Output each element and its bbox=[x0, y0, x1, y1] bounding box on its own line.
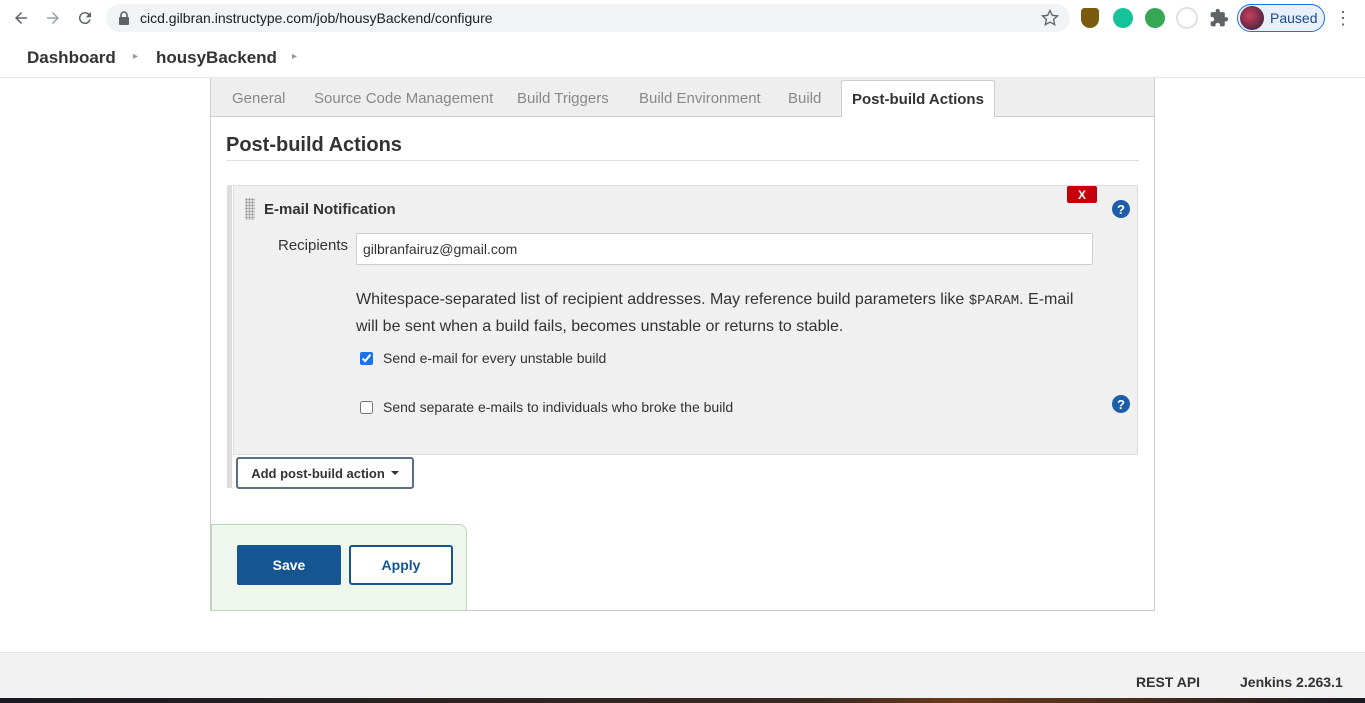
puzzle-extension-icon[interactable] bbox=[1209, 8, 1229, 28]
forward-icon[interactable] bbox=[41, 6, 65, 30]
add-post-build-action-button[interactable]: Add post-build action bbox=[236, 457, 414, 489]
section-rail bbox=[227, 185, 232, 488]
breadcrumb-job[interactable]: housyBackend bbox=[156, 48, 277, 68]
breadcrumb-separator-icon[interactable]: ▸ bbox=[292, 51, 297, 62]
separate-emails-option[interactable]: Send separate e-mails to individuals who… bbox=[360, 399, 733, 415]
profile-label: Paused bbox=[1270, 10, 1318, 26]
reload-icon[interactable] bbox=[73, 6, 97, 30]
shield-extension-icon[interactable] bbox=[1081, 8, 1099, 28]
tab-build-triggers[interactable]: Build Triggers bbox=[517, 90, 609, 107]
tab-build[interactable]: Build bbox=[788, 90, 821, 107]
description-text: Whitespace-separated list of recipient a… bbox=[356, 291, 969, 308]
rest-api-link[interactable]: REST API bbox=[1136, 674, 1200, 690]
tab-build-environment[interactable]: Build Environment bbox=[639, 90, 761, 107]
description-param: $PARAM bbox=[968, 293, 1020, 309]
unstable-build-option[interactable]: Send e-mail for every unstable build bbox=[360, 350, 606, 366]
owl-extension-icon[interactable] bbox=[1145, 8, 1165, 28]
avatar bbox=[1240, 6, 1264, 30]
section-title: Post-build Actions bbox=[226, 134, 402, 156]
separate-emails-checkbox[interactable] bbox=[360, 400, 373, 414]
breadcrumb-dashboard[interactable]: Dashboard bbox=[27, 48, 116, 68]
config-tabs: General Source Code Management Build Tri… bbox=[211, 78, 1154, 117]
apply-button[interactable]: Apply bbox=[349, 545, 453, 585]
address-bar[interactable]: cicd.gilbran.instructype.com/job/housyBa… bbox=[106, 4, 1070, 32]
jenkins-version-link[interactable]: Jenkins 2.263.1 bbox=[1240, 674, 1343, 690]
recipients-label: Recipients bbox=[278, 237, 349, 254]
recipients-description: Whitespace-separated list of recipient a… bbox=[356, 287, 1096, 339]
section-divider bbox=[226, 160, 1139, 161]
save-button[interactable]: Save bbox=[237, 545, 341, 585]
grammarly-extension-icon[interactable] bbox=[1113, 8, 1133, 28]
desktop-background-strip bbox=[0, 698, 1365, 703]
bike-extension-icon[interactable] bbox=[1176, 7, 1198, 29]
breadcrumb: Dashboard ▸ housyBackend ▸ bbox=[0, 36, 1365, 78]
profile-button[interactable]: Paused bbox=[1237, 4, 1325, 32]
separate-emails-label[interactable]: Send separate e-mails to individuals who… bbox=[383, 399, 733, 415]
email-notification-title: E-mail Notification bbox=[264, 201, 396, 218]
lock-icon[interactable] bbox=[118, 11, 130, 25]
help-icon[interactable]: ? bbox=[1112, 395, 1130, 413]
url-text[interactable]: cicd.gilbran.instructype.com/job/housyBa… bbox=[140, 10, 493, 26]
email-notification-block: E-mail Notification X ? Recipients White… bbox=[233, 185, 1138, 455]
delete-button[interactable]: X bbox=[1067, 186, 1097, 203]
unstable-build-label[interactable]: Send e-mail for every unstable build bbox=[383, 350, 606, 366]
page-footer: REST API Jenkins 2.263.1 bbox=[0, 652, 1365, 698]
add-post-build-action-label: Add post-build action bbox=[251, 465, 385, 481]
tab-general[interactable]: General bbox=[232, 90, 285, 107]
unstable-build-checkbox[interactable] bbox=[360, 351, 373, 365]
back-icon[interactable] bbox=[9, 6, 33, 30]
kebab-menu-icon[interactable]: ⋮ bbox=[1334, 8, 1352, 28]
help-icon[interactable]: ? bbox=[1112, 200, 1130, 218]
star-icon[interactable] bbox=[1040, 8, 1060, 28]
save-bar: Save Apply bbox=[211, 524, 467, 611]
breadcrumb-separator-icon[interactable]: ▸ bbox=[133, 51, 138, 62]
recipients-input[interactable] bbox=[356, 233, 1093, 265]
browser-toolbar: cicd.gilbran.instructype.com/job/housyBa… bbox=[0, 0, 1365, 36]
tab-post-build-actions[interactable]: Post-build Actions bbox=[841, 80, 995, 117]
caret-down-icon bbox=[390, 471, 399, 475]
drag-handle-icon[interactable] bbox=[245, 198, 255, 220]
tab-source-code-management[interactable]: Source Code Management bbox=[314, 90, 493, 107]
config-panel: General Source Code Management Build Tri… bbox=[210, 78, 1155, 611]
